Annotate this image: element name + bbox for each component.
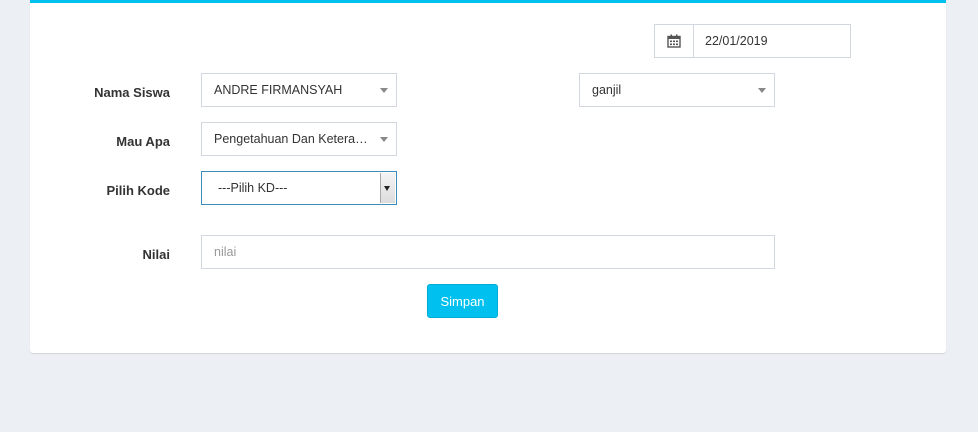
semester-selected: ganjil xyxy=(592,83,622,97)
caret-down-icon xyxy=(380,137,388,142)
nama-siswa-label: Nama Siswa xyxy=(94,85,170,100)
simpan-button[interactable]: Simpan xyxy=(427,284,498,318)
date-addon xyxy=(655,25,694,57)
nama-siswa-selected: ANDRE FIRMANSYAH xyxy=(214,83,343,97)
pilih-kode-select[interactable]: ---Pilih KD--- xyxy=(201,171,397,205)
dropdown-button[interactable] xyxy=(380,173,395,203)
pilih-kode-label: Pilih Kode xyxy=(106,183,170,198)
mau-apa-select[interactable]: Pengetahuan Dan Keterampilan xyxy=(201,122,397,156)
mau-apa-selected: Pengetahuan Dan Keterampilan xyxy=(214,132,392,146)
semester-select[interactable]: ganjil xyxy=(579,73,775,107)
date-value: 22/01/2019 xyxy=(705,34,768,48)
pilih-kode-selected: ---Pilih KD--- xyxy=(218,181,288,195)
date-input-group[interactable]: 22/01/2019 xyxy=(654,24,851,58)
caret-down-icon xyxy=(380,88,388,93)
mau-apa-label: Mau Apa xyxy=(116,134,170,149)
caret-down-icon xyxy=(758,88,766,93)
nilai-label: Nilai xyxy=(142,247,170,262)
nilai-input[interactable] xyxy=(201,235,775,269)
form-box: 22/01/2019 Nama Siswa ANDRE FIRMANSYAH g… xyxy=(30,0,946,353)
caret-down-icon xyxy=(384,186,390,191)
nama-siswa-select[interactable]: ANDRE FIRMANSYAH xyxy=(201,73,397,107)
calendar-icon xyxy=(667,34,681,48)
